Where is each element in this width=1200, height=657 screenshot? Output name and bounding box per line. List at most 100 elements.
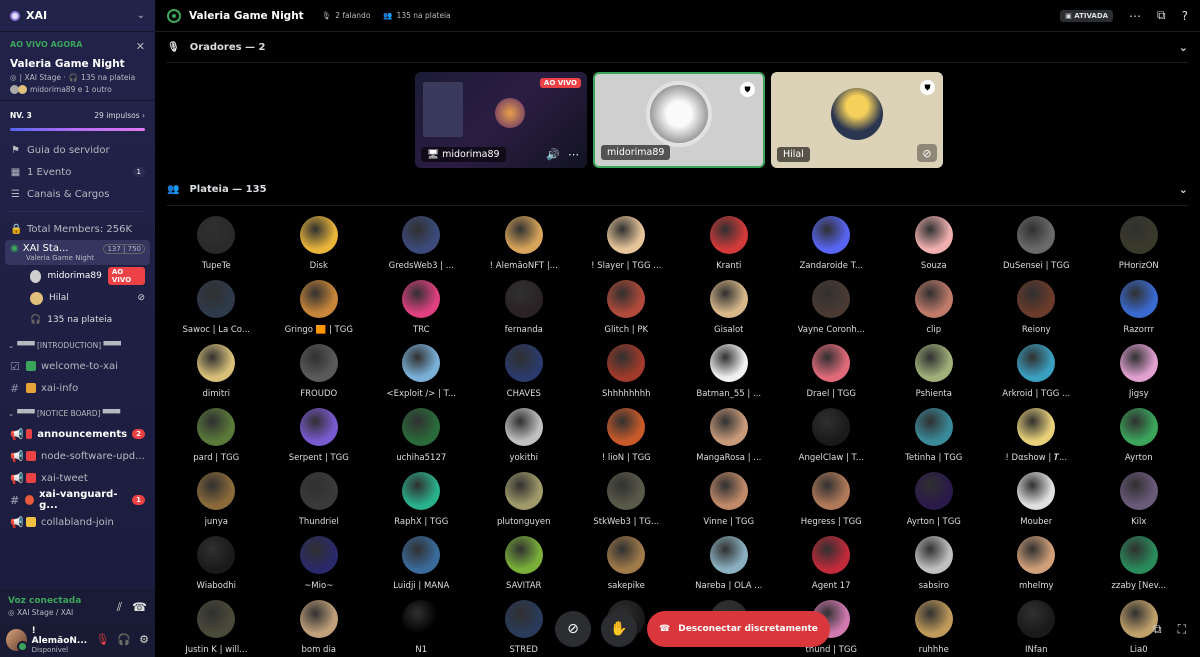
audience-member[interactable]: AngelClaw | T... [780,408,883,472]
audience-member[interactable]: Luidji | MANA [370,536,473,600]
audience-member[interactable]: ruhhhe [883,600,986,657]
mic-muted-icon[interactable]: 🎙 [95,633,109,646]
audience-member[interactable]: Souza [883,216,986,280]
audience-member[interactable]: CHAVES [473,344,576,408]
audience-member[interactable]: MangaRosa | ... [678,408,781,472]
audience-member[interactable]: FROUDO [268,344,371,408]
voice-location[interactable]: XAI Stage / XAI [17,608,73,617]
channel-item[interactable]: 📢 collabland-join [0,511,155,533]
nav-channels-roles[interactable]: ☰ Canais & Cargos [0,183,155,205]
audience-member[interactable]: ! AlemãoNFT |... [473,216,576,280]
audience-member[interactable]: Wiabodhi [165,536,268,600]
mic-muted-icon[interactable]: ⊘ [555,611,591,647]
boost-progress[interactable]: NV. 3 29 impulsos › [0,101,155,139]
audience-member[interactable]: Ayrton | TGG [883,472,986,536]
audience-member[interactable]: uchiha5127 [370,408,473,472]
headphones-icon[interactable]: 🎧 [117,633,131,646]
audience-member[interactable]: junya [165,472,268,536]
channel-item[interactable]: 📢 xai-tweet [0,467,155,489]
audience-member[interactable]: GredsWeb3 | ... [370,216,473,280]
audience-member[interactable]: Thundriel [268,472,371,536]
audience-member[interactable]: RaphX | TGG [370,472,473,536]
stage-channel[interactable]: ◉ XAI Sta... 137 | 750 Valeria Game Night [5,240,150,265]
audience-member[interactable]: Mouber [985,472,1088,536]
avatar[interactable] [6,628,28,652]
audience-member[interactable]: Vinne | TGG [678,472,781,536]
audience-member[interactable]: bom dia [268,600,371,657]
audience-member[interactable]: ! Dαshow | 𝑻... [985,408,1088,472]
popout-icon[interactable]: ⧉ [1157,8,1166,23]
audience-member[interactable]: TupeTe [165,216,268,280]
audience-member[interactable]: N1 [370,600,473,657]
nav-events[interactable]: ▦ 1 Evento 1 [0,161,155,183]
audience-member[interactable]: TRC [370,280,473,344]
audience-member[interactable]: zzaby [Nev... [1088,536,1191,600]
live-now-card[interactable]: AO VIVO AGORA ✕ Valeria Game Night ◎ | XAI… [0,32,155,101]
channel-item[interactable]: 📢 announcements 2 [0,423,155,445]
nav-server-guide[interactable]: ⚑ Guia do servidor [0,139,155,161]
audience-member[interactable]: Jigsy [1088,344,1191,408]
audience-member[interactable]: Tetinha | TGG [883,408,986,472]
speakers-section-header[interactable]: 🎙 Oradores — 2 ⌄ [155,32,1200,62]
audience-member[interactable]: Kilx [1088,472,1191,536]
speaker-tile[interactable]: AO VIVO 🖥 midorima89 🔊 ⋯ [415,72,587,168]
audience-member[interactable]: clip [883,280,986,344]
audience-member[interactable]: pard | TGG [165,408,268,472]
volume-icon[interactable]: 🔊 [546,148,560,161]
audience-member[interactable]: ! Slayer | TGG ... [575,216,678,280]
audience-member[interactable]: Ayrton [1088,408,1191,472]
popout-icon[interactable]: ⧉ [1153,622,1162,637]
audience-member[interactable]: <Exploit /> | T... [370,344,473,408]
activated-badge[interactable]: ▣ ATIVADA [1060,9,1114,22]
fullscreen-icon[interactable]: ⛶ [1178,622,1186,637]
audience-member[interactable]: mhelmy [985,536,1088,600]
audience-member[interactable]: ! lioN | TGG [575,408,678,472]
audience-member[interactable]: ~Mio~ [268,536,371,600]
audience-member[interactable]: plutonguyen [473,472,576,536]
audience-member[interactable]: Gringo 🟧 | TGG [268,280,371,344]
audience-member[interactable]: sakepike [575,536,678,600]
audience-member[interactable]: Arkroid | TGG ... [985,344,1088,408]
audience-member[interactable]: Glitch | PK [575,280,678,344]
total-members-channel[interactable]: 🔒 Total Members: 256K [0,218,155,240]
audience-member[interactable]: INfan [985,600,1088,657]
channel-item[interactable]: ☑ welcome-to-xai [0,355,155,377]
stage-speaker-item[interactable]: Hilal ⊘ [0,287,155,309]
speaker-tile[interactable]: ⛊ Hilal ⊘ [771,72,943,168]
gear-icon[interactable]: ⚙ [139,633,149,646]
audience-member[interactable]: Agent 17 [780,536,883,600]
audience-member[interactable]: Drael | TGG [780,344,883,408]
noise-suppression-icon[interactable]: ⫽ [117,600,122,615]
stage-speaker-item[interactable]: midorima89 AO VIVO [0,265,155,287]
stage-audience-item[interactable]: 🎧 135 na plateia [0,309,155,331]
audience-member[interactable]: Gisalot [678,280,781,344]
audience-member[interactable]: yokithi [473,408,576,472]
audience-member[interactable]: fernanda [473,280,576,344]
audience-member[interactable]: Sawoc | La Co... [165,280,268,344]
audience-member[interactable]: Shhhhhhhh [575,344,678,408]
audience-member[interactable]: Pshienta [883,344,986,408]
audience-section-header[interactable]: 👥 Plateia — 135 ⌄ [155,174,1200,204]
audience-member[interactable]: Nareba | OLA ... [678,536,781,600]
more-options-icon[interactable]: ⋯ [568,148,579,161]
audience-member[interactable]: sabsiro [883,536,986,600]
audience-member[interactable]: DuSensei | TGG [985,216,1088,280]
audience-member[interactable]: Justin K | will... [165,600,268,657]
audience-member[interactable]: SAVITAR [473,536,576,600]
audience-member[interactable]: Zandaroide T... [780,216,883,280]
raise-hand-icon[interactable]: ✋ [601,611,637,647]
category-notice-board[interactable]: ⌄ ▀▀▀ [NOTICE BOARD] ▀▀▀ [0,403,155,423]
audience-member[interactable]: Hegress | TGG [780,472,883,536]
audience-member[interactable]: dimitri [165,344,268,408]
close-icon[interactable]: ✕ [136,40,145,53]
server-header[interactable]: XAI ⌄ [0,0,155,32]
disconnect-icon[interactable]: ☎ [132,600,147,615]
audience-member[interactable]: Kranti [678,216,781,280]
audience-member[interactable]: PHorizON [1088,216,1191,280]
more-options-icon[interactable]: ⋯ [1129,9,1141,23]
audience-member[interactable]: Disk [268,216,371,280]
audience-member[interactable]: Razorrr [1088,280,1191,344]
channel-item[interactable]: # xai-info [0,377,155,399]
channel-item[interactable]: # xai-vanguard-g... 1 [0,489,155,511]
audience-member[interactable]: Batman_55 | ... [678,344,781,408]
